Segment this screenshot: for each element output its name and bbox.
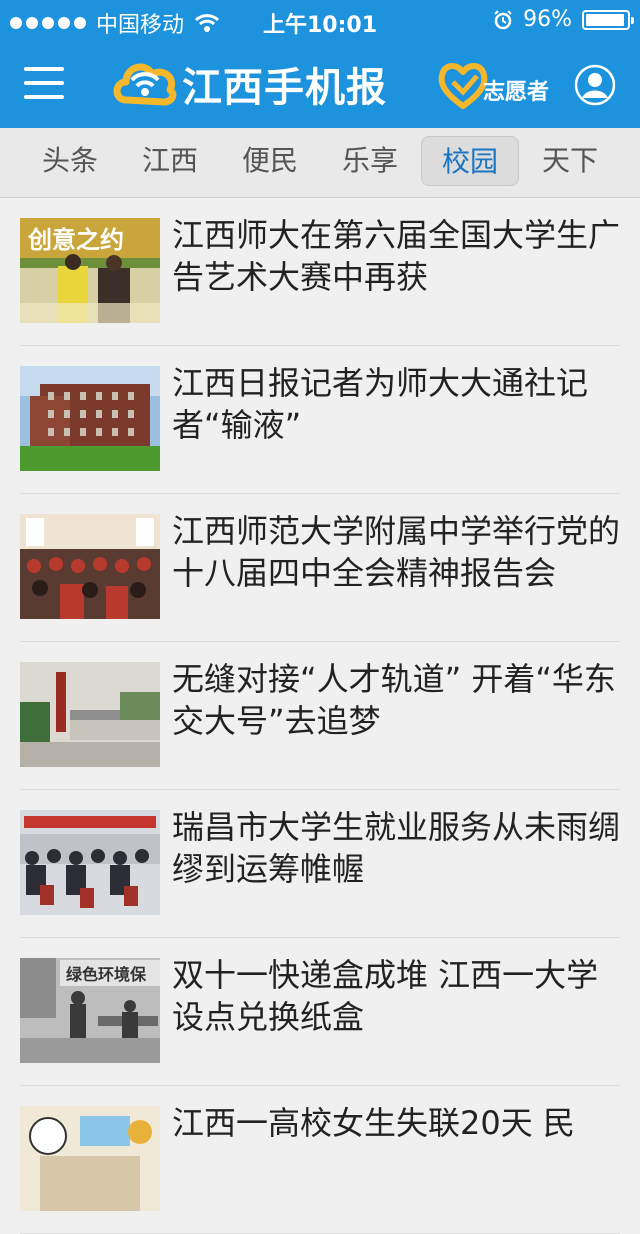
battery-icon [582, 9, 634, 30]
news-item[interactable]: 无缝对接“人才轨道” 开着“华东交大号”去追梦 [0, 642, 640, 790]
menu-icon[interactable] [24, 67, 64, 99]
status-right: 96% [493, 7, 634, 32]
news-item[interactable]: 瑞昌市大学生就业服务从未雨绸缪到运筹帷幄 [0, 790, 640, 938]
news-title: 江西师大在第六届全国大学生广告艺术大赛中再获 [172, 216, 621, 296]
tab-tianxia[interactable]: 天下 [521, 136, 619, 186]
news-item[interactable]: 绿色环境保 双十一快递盒成堆 江西一大学设点兑换纸盒 [0, 938, 640, 1086]
news-thumbnail [20, 662, 160, 767]
user-profile-icon[interactable] [574, 64, 616, 106]
news-list: 创意之约 江西师大在第六届全国大学生广告艺术大赛中再获 江西日报记者为师大大通社… [0, 198, 640, 1234]
battery-fill [586, 13, 624, 26]
status-bar: 中国移动 上午10:01 96% [0, 0, 640, 40]
news-thumbnail [20, 810, 160, 915]
app-logo: 江西手机报 [112, 54, 387, 114]
news-title: 瑞昌市大学生就业服务从未雨绸缪到运筹帷幄 [172, 808, 621, 888]
alarm-icon [494, 9, 512, 29]
news-thumbnail [20, 366, 160, 471]
news-thumbnail: 创意之约 [20, 218, 160, 323]
news-thumbnail [20, 514, 160, 619]
battery-percent: 96% [523, 7, 572, 32]
thumb-caption: 创意之约 [27, 226, 124, 254]
heart-hand-icon [438, 63, 488, 109]
news-title: 江西日报记者为师大大通社记者“输液” [172, 364, 589, 444]
news-item[interactable]: 江西日报记者为师大大通社记者“输液” [0, 346, 640, 494]
news-title: 双十一快递盒成堆 江西一大学设点兑换纸盒 [172, 956, 599, 1036]
thumb-caption: 绿色环境保 [66, 965, 147, 984]
category-tab-bar: 头条 江西 便民 乐享 校园 天下 [0, 128, 640, 198]
top-bar: 中国移动 上午10:01 96% 江西手机报 志愿者 [0, 0, 640, 128]
news-thumbnail: 绿色环境保 [20, 958, 160, 1063]
app-title: 江西手机报 [182, 65, 387, 111]
tab-toutiao[interactable]: 头条 [21, 136, 119, 186]
news-thumbnail [20, 1106, 160, 1211]
news-title: 江西师范大学附属中学举行党的十八届四中全会精神报告会 [172, 512, 621, 592]
news-item[interactable]: 江西师范大学附属中学举行党的十八届四中全会精神报告会 [0, 494, 640, 642]
news-item[interactable]: 江西一高校女生失联20天 民 [0, 1086, 640, 1234]
volunteer-button[interactable]: 志愿者 [437, 58, 549, 110]
tab-bianmin[interactable]: 便民 [221, 136, 319, 186]
volunteer-label: 志愿者 [483, 80, 550, 105]
tab-xiaoyuan[interactable]: 校园 [421, 136, 519, 186]
news-title: 无缝对接“人才轨道” 开着“华东交大号”去追梦 [172, 660, 616, 740]
tab-jiangxi[interactable]: 江西 [121, 136, 219, 186]
nav-bar: 江西手机报 志愿者 [0, 40, 640, 128]
tab-lexiang[interactable]: 乐享 [321, 136, 419, 186]
news-title: 江西一高校女生失联20天 民 [172, 1104, 575, 1142]
logo-cloud-icon [113, 63, 177, 106]
news-item[interactable]: 创意之约 江西师大在第六届全国大学生广告艺术大赛中再获 [0, 198, 640, 346]
